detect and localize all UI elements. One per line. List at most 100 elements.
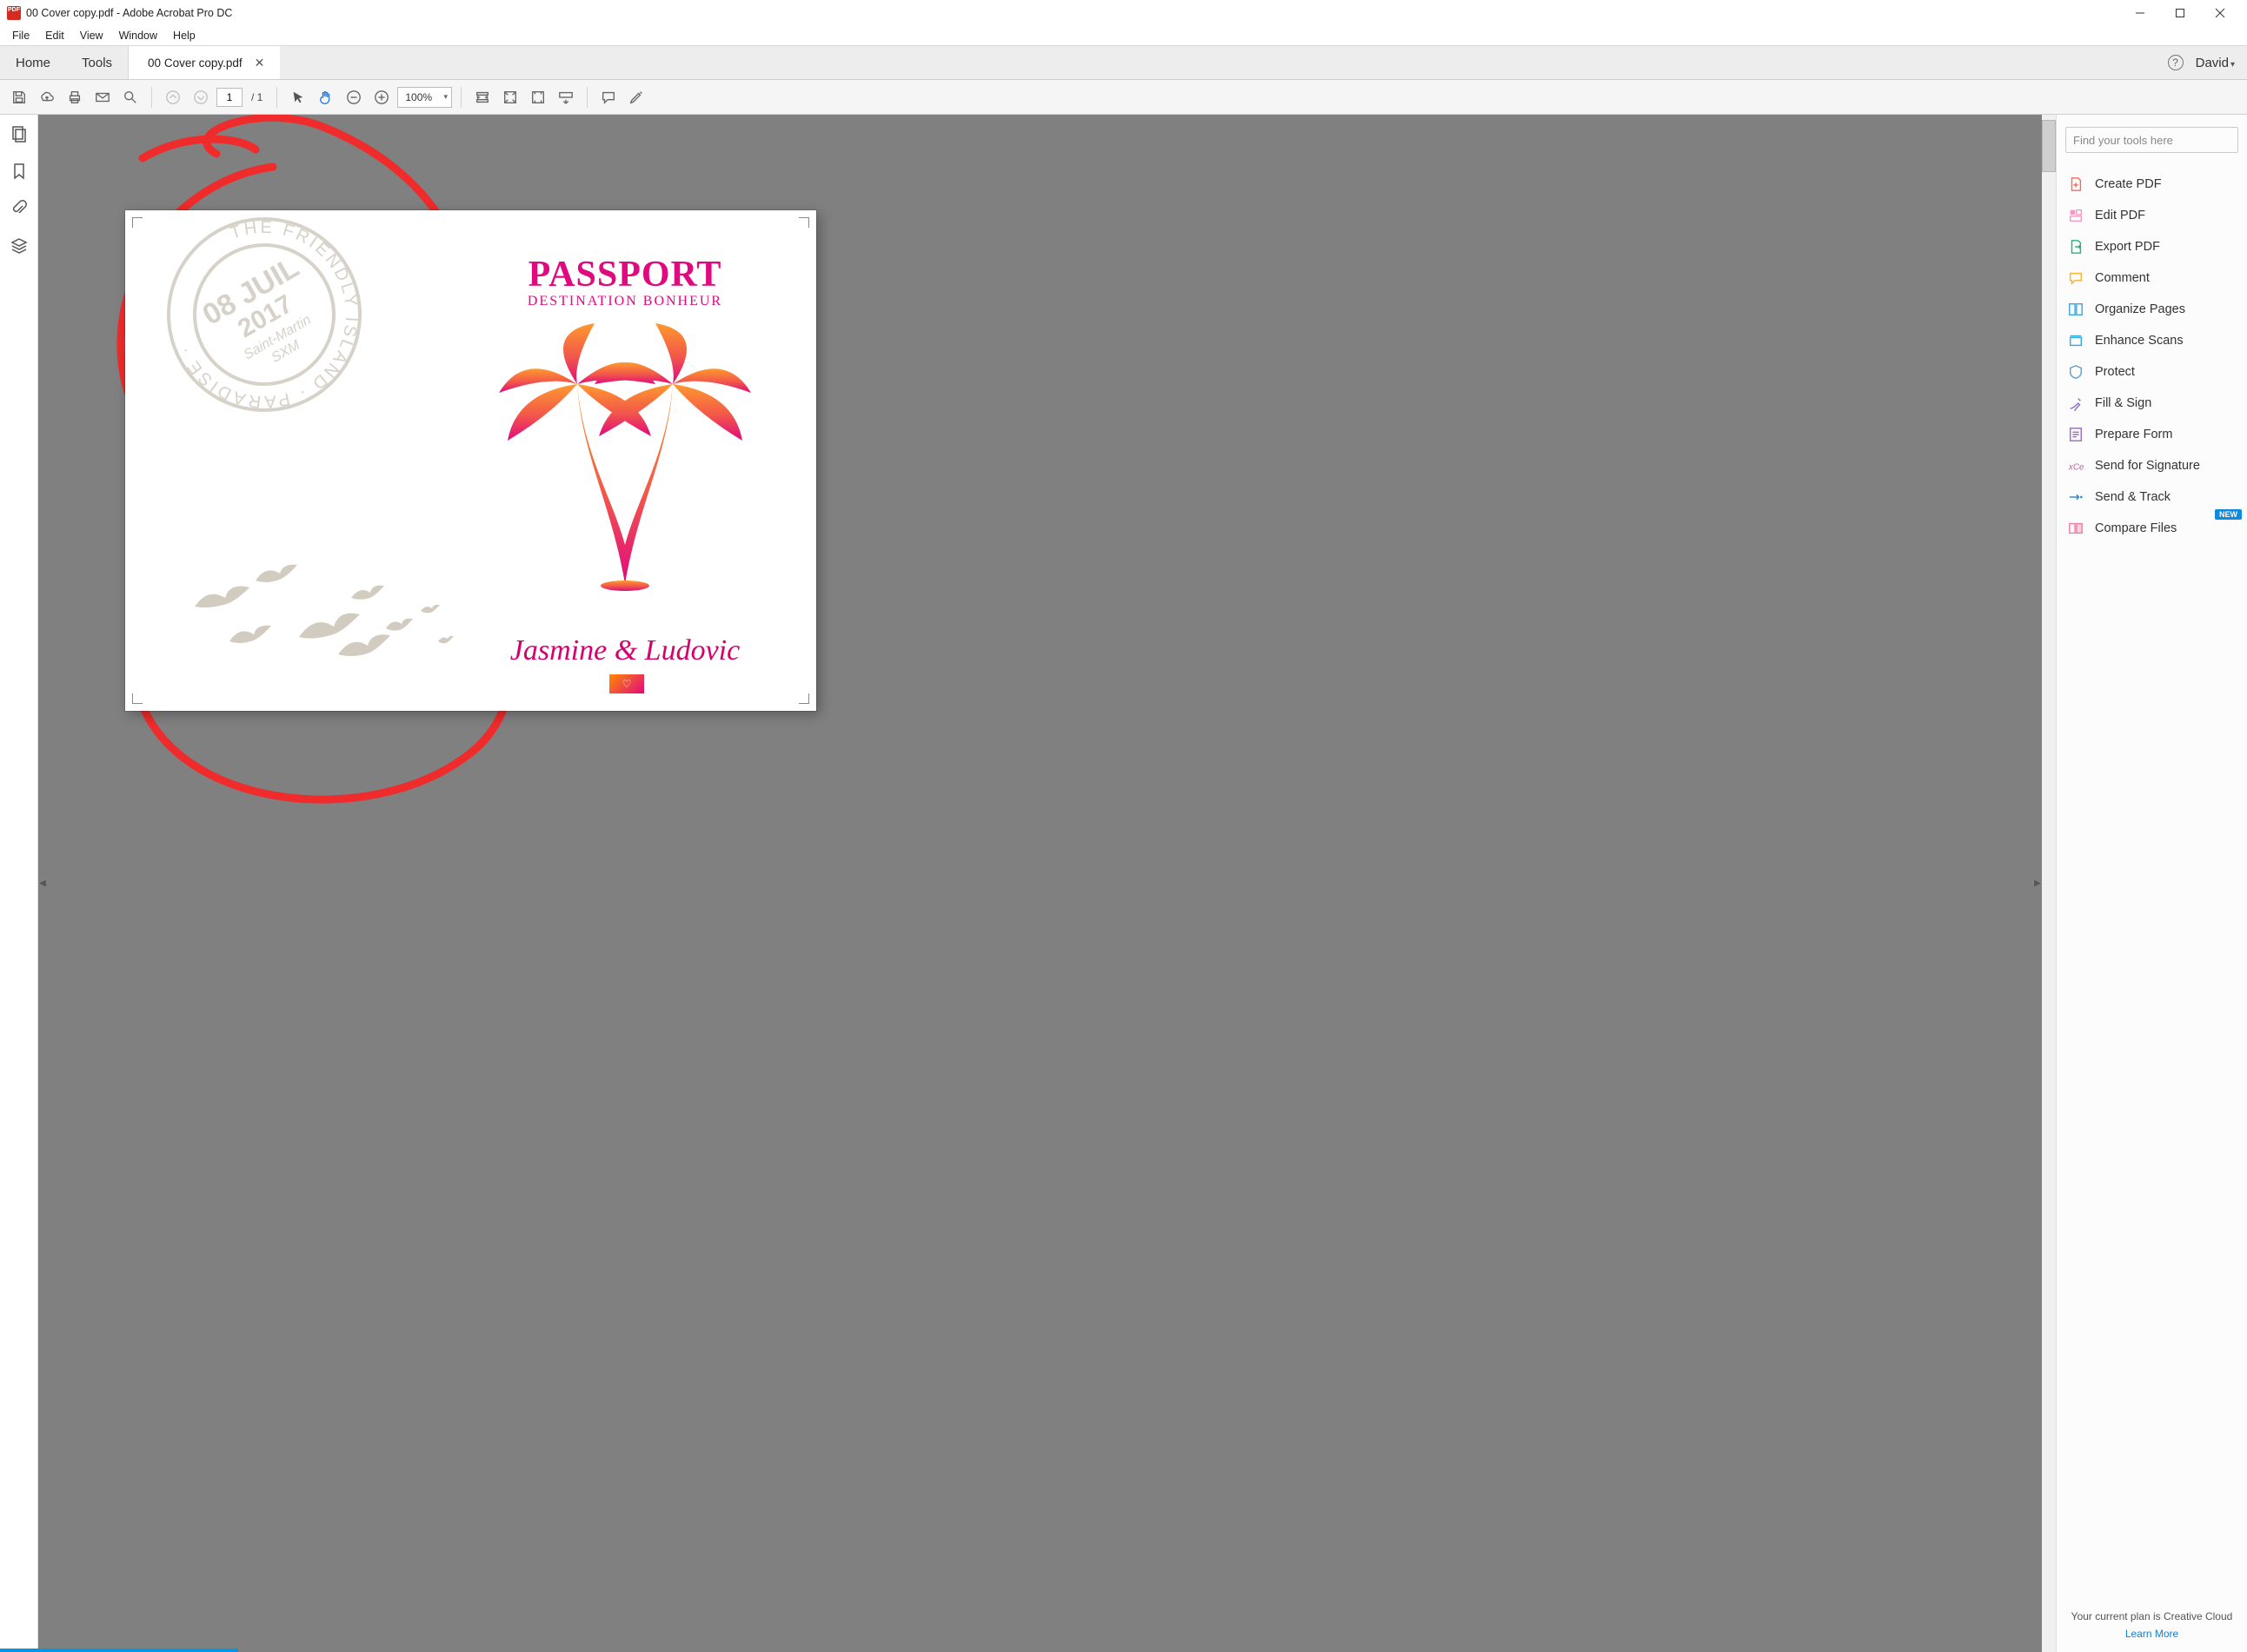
passport-heading: PASSPORT DESTINATION BONHEUR [486,254,764,309]
tool-protect[interactable]: Protect [2065,356,2238,388]
tab-tools[interactable]: Tools [66,46,129,79]
tool-label: Compare Files [2095,521,2177,535]
compare-icon [2067,520,2084,537]
collapse-left-icon[interactable]: ◀ [38,865,47,903]
tool-label: Enhance Scans [2095,334,2184,348]
pdf-page: THE FRIENDLY ISLAND · PARADISE · 08 JUIL… [125,210,816,711]
fullscreen-icon[interactable] [526,85,550,109]
attachment-icon[interactable] [10,200,28,222]
hand-tool-icon[interactable] [314,85,338,109]
sign-icon: xCe [2067,457,2084,474]
tab-home[interactable]: Home [0,46,66,79]
search-icon[interactable] [118,85,143,109]
tool-create-pdf[interactable]: Create PDF [2065,169,2238,200]
main-area: ◀ ▶ [0,115,2247,1652]
tool-label: Send & Track [2095,490,2171,504]
tool-send-for-signature[interactable]: xCe Send for Signature [2065,450,2238,481]
vertical-scrollbar[interactable] [2042,115,2056,1652]
tool-edit-pdf[interactable]: Edit PDF [2065,200,2238,231]
crop-mark-icon [132,217,143,228]
tool-export-pdf[interactable]: Export PDF [2065,231,2238,262]
tool-organize-pages[interactable]: Organize Pages [2065,294,2238,325]
tool-label: Prepare Form [2095,428,2172,441]
help-icon[interactable]: ? [2168,55,2184,70]
fit-page-icon[interactable] [498,85,522,109]
window-title: 00 Cover copy.pdf - Adobe Acrobat Pro DC [26,7,2120,19]
taskbar-accent [0,1649,238,1652]
print-icon[interactable] [63,85,87,109]
passport-subtitle: DESTINATION BONHEUR [486,294,764,309]
save-icon[interactable] [7,85,31,109]
tools-search-input[interactable]: Find your tools here [2065,127,2238,153]
selection-arrow-icon[interactable] [286,85,310,109]
tool-label: Comment [2095,271,2150,285]
zoom-value: 100% [405,91,432,103]
highlight-pen-icon[interactable] [624,85,648,109]
couple-names: Jasmine & Ludovic [486,634,764,667]
bookmark-icon[interactable] [10,163,28,184]
window-minimize-button[interactable] [2120,0,2160,26]
left-nav [0,115,38,1652]
read-mode-icon[interactable] [554,85,578,109]
tab-strip: Home Tools 00 Cover copy.pdf ✕ ? David▾ [0,45,2247,80]
cloud-upload-icon[interactable] [35,85,59,109]
tool-label: Protect [2095,365,2135,379]
window-maximize-button[interactable] [2160,0,2200,26]
mail-icon[interactable] [90,85,115,109]
plan-label: Your current plan is Creative Cloud [2071,1610,2233,1622]
menu-file[interactable]: File [5,28,37,43]
tool-label: Export PDF [2095,240,2160,254]
document-viewport[interactable]: ◀ ▶ [38,115,2056,1652]
user-menu[interactable]: David▾ [2196,56,2235,70]
menu-bar: File Edit View Window Help [0,26,2247,45]
collapse-right-icon[interactable]: ▶ [2033,865,2042,903]
tool-compare-files[interactable]: Compare FilesNEW [2065,513,2238,544]
window-close-button[interactable] [2200,0,2240,26]
passport-stamp-graphic: THE FRIENDLY ISLAND · PARADISE · 08 JUIL… [151,202,377,428]
page-up-icon[interactable] [161,85,185,109]
tools-panel: Find your tools here Create PDF Edit PDF E… [2056,115,2247,1652]
send-icon [2067,488,2084,506]
thumbnails-icon[interactable] [10,125,28,147]
organize-icon [2067,301,2084,318]
zoom-out-icon[interactable] [342,85,366,109]
page-down-icon[interactable] [189,85,213,109]
shield-icon [2067,363,2084,381]
birds-graphic [177,554,473,676]
title-bar: 00 Cover copy.pdf - Adobe Acrobat Pro DC [0,0,2247,26]
pen-icon [2067,395,2084,412]
tool-label: Create PDF [2095,177,2162,191]
panel-footer: Your current plan is Creative Cloud Lear… [2065,1602,2238,1640]
menu-edit[interactable]: Edit [38,28,71,43]
file-plus-icon [2067,176,2084,193]
fit-width-icon[interactable] [470,85,495,109]
tool-label: Organize Pages [2095,302,2185,316]
page-count-label: / 1 [246,91,268,103]
comment-bubble-icon[interactable] [596,85,621,109]
app-icon [7,6,21,20]
edit-icon [2067,207,2084,224]
tool-label: Fill & Sign [2095,396,2151,410]
layers-icon[interactable] [10,237,28,259]
zoom-select[interactable]: 100% [397,87,452,108]
tool-label: Edit PDF [2095,209,2145,222]
tab-close-button[interactable]: ✕ [255,56,265,70]
page-number-input[interactable] [216,88,243,107]
tool-comment[interactable]: Comment [2065,262,2238,294]
form-icon [2067,426,2084,443]
menu-view[interactable]: View [73,28,110,43]
comment-icon [2067,269,2084,287]
tool-enhance-scans[interactable]: Enhance Scans [2065,325,2238,356]
passport-title: PASSPORT [486,254,764,295]
tool-prepare-form[interactable]: Prepare Form [2065,419,2238,450]
tool-label: Send for Signature [2095,459,2200,473]
tool-fill-sign[interactable]: Fill & Sign [2065,388,2238,419]
menu-help[interactable]: Help [166,28,203,43]
learn-more-link[interactable]: Learn More [2071,1628,2233,1640]
menu-window[interactable]: Window [112,28,164,43]
user-label: David [2196,56,2229,70]
tool-send-track[interactable]: Send & Track [2065,481,2238,513]
tab-document-label: 00 Cover copy.pdf [148,56,243,70]
zoom-in-icon[interactable] [369,85,394,109]
tab-document[interactable]: 00 Cover copy.pdf ✕ [129,46,280,79]
